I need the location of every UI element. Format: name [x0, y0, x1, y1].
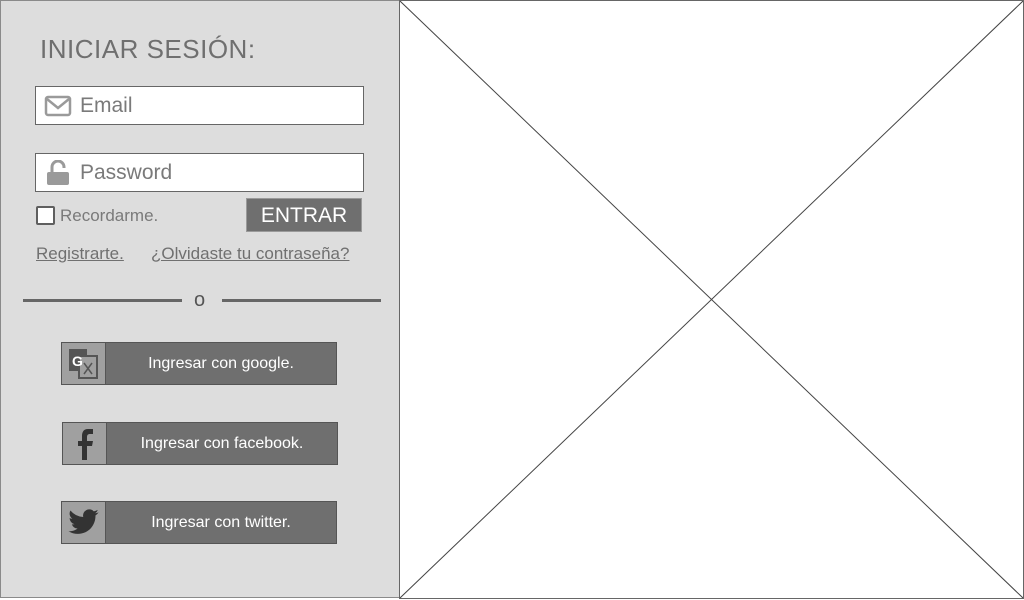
password-input[interactable]	[80, 157, 355, 188]
svg-text:G: G	[72, 353, 83, 369]
divider-line-right	[222, 299, 381, 302]
twitter-login-button[interactable]: Ingresar con twitter.	[61, 501, 337, 544]
unlock-icon	[44, 159, 72, 186]
password-field-container[interactable]	[35, 153, 364, 192]
login-page: INICIAR SESIÓN: Recordarme.	[0, 0, 1024, 600]
google-login-label: Ingresar con google.	[148, 355, 294, 372]
google-login-button[interactable]: G Ingresar con google.	[61, 342, 337, 385]
facebook-icon	[63, 423, 107, 464]
twitter-icon	[62, 502, 106, 543]
remember-checkbox[interactable]	[36, 206, 55, 225]
login-panel: INICIAR SESIÓN: Recordarme.	[0, 0, 400, 598]
divider-line-left	[23, 299, 182, 302]
register-link[interactable]: Registrarte.	[36, 244, 124, 264]
twitter-login-label: Ingresar con twitter.	[151, 514, 291, 531]
email-input[interactable]	[80, 90, 355, 121]
email-field-container[interactable]	[35, 86, 364, 125]
image-placeholder	[399, 0, 1024, 599]
facebook-login-button[interactable]: Ingresar con facebook.	[62, 422, 338, 465]
divider-text: o	[194, 289, 206, 311]
enter-button[interactable]: ENTRAR	[246, 198, 362, 232]
facebook-login-label: Ingresar con facebook.	[140, 435, 304, 452]
remember-label: Recordarme.	[60, 206, 159, 225]
page-title: INICIAR SESIÓN:	[40, 34, 256, 64]
image-placeholder-cross	[400, 1, 1023, 598]
envelope-icon	[44, 93, 72, 119]
google-translate-icon: G	[62, 343, 106, 384]
forgot-password-link[interactable]: ¿Olvidaste tu contraseña?	[151, 244, 349, 264]
